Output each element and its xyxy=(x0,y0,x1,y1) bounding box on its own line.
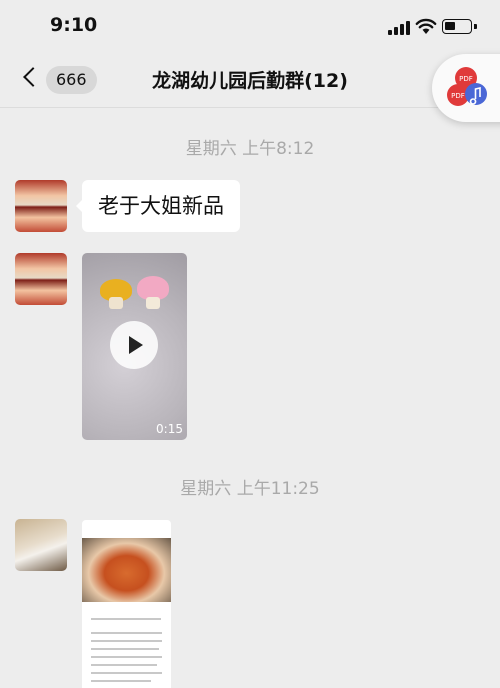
article-food-photo xyxy=(82,538,171,602)
play-icon[interactable] xyxy=(110,321,158,369)
wifi-icon xyxy=(415,18,437,34)
message-timestamp: 星期六 上午11:25 xyxy=(180,479,320,499)
floating-pdf-widget[interactable]: PDF PDF xyxy=(432,54,500,122)
battery-cap xyxy=(474,24,477,29)
chat-title: 龙湖幼儿园后勤群(12) xyxy=(152,70,348,92)
battery-icon xyxy=(442,19,472,34)
status-bar: 9:10 xyxy=(0,0,500,52)
video-duration: 0:15 xyxy=(156,422,183,436)
image-message[interactable] xyxy=(82,520,171,688)
video-message[interactable]: 0:15 xyxy=(82,253,187,440)
text-line xyxy=(91,672,162,674)
cellular-signal-icon xyxy=(388,21,410,35)
text-line xyxy=(91,664,157,666)
svg-text:PDF: PDF xyxy=(451,92,465,100)
pdf-audio-icon: PDF PDF xyxy=(447,67,487,106)
mushroom-stem xyxy=(146,297,160,309)
status-time: 9:10 xyxy=(50,14,98,36)
text-line xyxy=(91,618,161,620)
avatar[interactable] xyxy=(15,253,67,305)
chat-nav-bar: 666 龙湖幼儿园后勤群(12) xyxy=(0,52,500,108)
text-line xyxy=(91,648,159,650)
text-line xyxy=(91,640,162,642)
mushroom-stem xyxy=(109,297,123,309)
avatar[interactable] xyxy=(15,180,67,232)
message-timestamp: 星期六 上午8:12 xyxy=(185,139,315,159)
text-line xyxy=(91,680,151,682)
avatar[interactable] xyxy=(15,519,67,571)
text-line xyxy=(91,656,162,658)
svg-text:PDF: PDF xyxy=(459,75,473,83)
text-message-bubble[interactable]: 老于大姐新品 xyxy=(76,180,240,232)
text-line xyxy=(91,632,162,634)
